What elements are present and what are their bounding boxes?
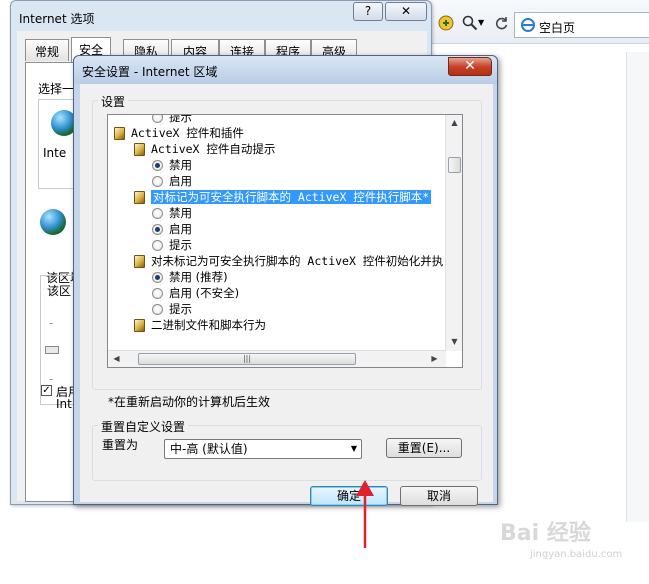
- security-slider-thumb[interactable]: [45, 346, 59, 354]
- cancel-button[interactable]: 取消: [400, 486, 478, 506]
- tree-item-label: 禁用: [169, 206, 192, 220]
- tree-item-label: 启用: [169, 222, 192, 236]
- chevron-down-icon: ▼: [350, 444, 357, 453]
- internet-options-title: Internet 选项: [19, 12, 95, 26]
- security-settings-dialog: 安全设置 - Internet 区域 ✕ 设置 提示 ActiveX 控件和插件 A…: [73, 55, 498, 506]
- tree-item-label: 二进制文件和脚本行为: [151, 318, 266, 332]
- radio-checked-icon: [152, 160, 163, 171]
- tree-item-label: 提示: [169, 302, 192, 316]
- setting-category-icon: [134, 143, 145, 156]
- select-zone-label: 选择一: [38, 82, 75, 96]
- tree-folder-item[interactable]: 二进制文件和脚本行为: [134, 317, 266, 333]
- reset-level-select[interactable]: 中-高 (默认值) ▼: [164, 439, 362, 459]
- tree-item-label: 对未标记为可安全执行脚本的 ActiveX 控件初始化并执: [151, 254, 444, 268]
- favorites-add-icon[interactable]: [438, 15, 454, 31]
- tree-item-label: ActiveX 控件自动提示: [151, 142, 276, 156]
- reset-to-label: 重置为: [102, 438, 139, 452]
- radio-option[interactable]: 提示: [152, 114, 192, 125]
- settings-group-label: 设置: [98, 93, 129, 110]
- radio-unchecked-icon: [152, 115, 163, 123]
- search-dropdown-icon[interactable]: ▼: [478, 18, 494, 34]
- setting-category-icon: [134, 319, 145, 332]
- setting-category-icon: [114, 127, 125, 140]
- slider-tick: -: [49, 372, 54, 386]
- security-settings-titlebar: 安全设置 - Internet 区域 ✕: [74, 56, 497, 84]
- tree-item-label: 对标记为可安全执行脚本的 ActiveX 控件执行脚本*: [151, 190, 432, 204]
- protected-mode-note: Int: [56, 397, 72, 411]
- tab-general[interactable]: 常规: [25, 39, 69, 61]
- scroll-right-arrow[interactable]: ▶: [426, 354, 443, 363]
- security-level-sublabel: 该区: [47, 284, 72, 298]
- setting-category-icon: [134, 255, 145, 268]
- reset-level-value: 中-高 (默认值): [170, 442, 248, 456]
- watermark-url: jingyan.baidu.com: [530, 549, 623, 560]
- tree-horizontal-scrollbar[interactable]: ◀ ||| ▶: [108, 350, 446, 367]
- tree-folder-item[interactable]: 对未标记为可安全执行脚本的 ActiveX 控件初始化并执: [134, 253, 443, 269]
- radio-option[interactable]: 启用 (不安全): [152, 285, 239, 301]
- home-tab-label: 空白页: [539, 21, 576, 35]
- radio-unchecked-icon: [152, 304, 163, 315]
- radio-option[interactable]: 提示: [152, 237, 192, 253]
- tree-folder-item[interactable]: ActiveX 控件自动提示: [134, 141, 275, 157]
- tree-item-label: 提示: [169, 114, 192, 124]
- tree-item-label: 提示: [169, 238, 192, 252]
- tree-item-label: 启用 (不安全): [169, 286, 240, 300]
- setting-category-icon: [134, 191, 145, 204]
- reset-group-label: 重置自定义设置: [98, 418, 189, 435]
- settings-tree[interactable]: 提示 ActiveX 控件和插件 ActiveX 控件自动提示 禁用 启用 对标记为可安全…: [107, 114, 463, 368]
- radio-unchecked-icon: [152, 240, 163, 251]
- reset-button[interactable]: 重置(E)...: [386, 438, 462, 458]
- scroll-up-arrow[interactable]: ▲: [446, 118, 462, 127]
- radio-checked-icon: [152, 272, 163, 283]
- tree-folder-item[interactable]: 对标记为可安全执行脚本的 ActiveX 控件执行脚本*: [134, 189, 432, 205]
- radio-option[interactable]: 禁用: [152, 205, 192, 221]
- tree-vertical-scrollbar[interactable]: ▲ ▼: [445, 115, 462, 351]
- tree-item-label: 禁用: [169, 158, 192, 172]
- security-close-button[interactable]: ✕: [448, 57, 492, 76]
- tree-hscroll-thumb[interactable]: |||: [138, 353, 356, 365]
- ie-page-icon: [521, 18, 535, 35]
- browser-toolbar: ▼ 空白页: [420, 0, 649, 44]
- annotation-arrow: [356, 480, 374, 548]
- radio-checked-icon: [152, 224, 163, 235]
- radio-option[interactable]: 禁用 (推荐): [152, 269, 228, 285]
- tree-vscroll-thumb[interactable]: [448, 157, 461, 173]
- home-tab[interactable]: 空白页: [514, 12, 649, 38]
- options-close-button[interactable]: ✕: [385, 2, 427, 21]
- internet-zone-label: Inte: [43, 146, 67, 160]
- radio-option[interactable]: 禁用: [152, 157, 192, 173]
- tree-folder-item[interactable]: ActiveX 控件和插件: [114, 125, 244, 141]
- radio-unchecked-icon: [152, 288, 163, 299]
- radio-option[interactable]: 启用: [152, 173, 192, 189]
- scroll-down-arrow[interactable]: ▼: [446, 337, 462, 346]
- protected-mode-checkbox[interactable]: ✓: [41, 385, 52, 396]
- radio-option[interactable]: 提示: [152, 301, 192, 317]
- slider-tick: -: [49, 316, 54, 330]
- browser-scrollbar[interactable]: [626, 52, 649, 522]
- radio-unchecked-icon: [152, 208, 163, 219]
- radio-unchecked-icon: [152, 176, 163, 187]
- refresh-icon[interactable]: [494, 15, 510, 31]
- watermark-brand: Bai 经验: [500, 521, 591, 546]
- tree-item-label: 启用: [169, 174, 192, 188]
- tree-item-label: 禁用 (推荐): [169, 270, 228, 284]
- security-settings-title: 安全设置 - Internet 区域: [82, 65, 218, 79]
- scroll-left-arrow[interactable]: ◀: [108, 354, 125, 363]
- radio-option[interactable]: 启用: [152, 221, 192, 237]
- security-settings-body: 设置 提示 ActiveX 控件和插件 ActiveX 控件自动提示 禁用 启用 对标记为…: [80, 84, 493, 506]
- restart-note: *在重新启动你的计算机后生效: [108, 395, 271, 409]
- search-icon[interactable]: [462, 15, 478, 31]
- help-button[interactable]: ?: [353, 2, 383, 21]
- zone-info-icon: [40, 209, 66, 235]
- tree-item-label: ActiveX 控件和插件: [131, 126, 244, 140]
